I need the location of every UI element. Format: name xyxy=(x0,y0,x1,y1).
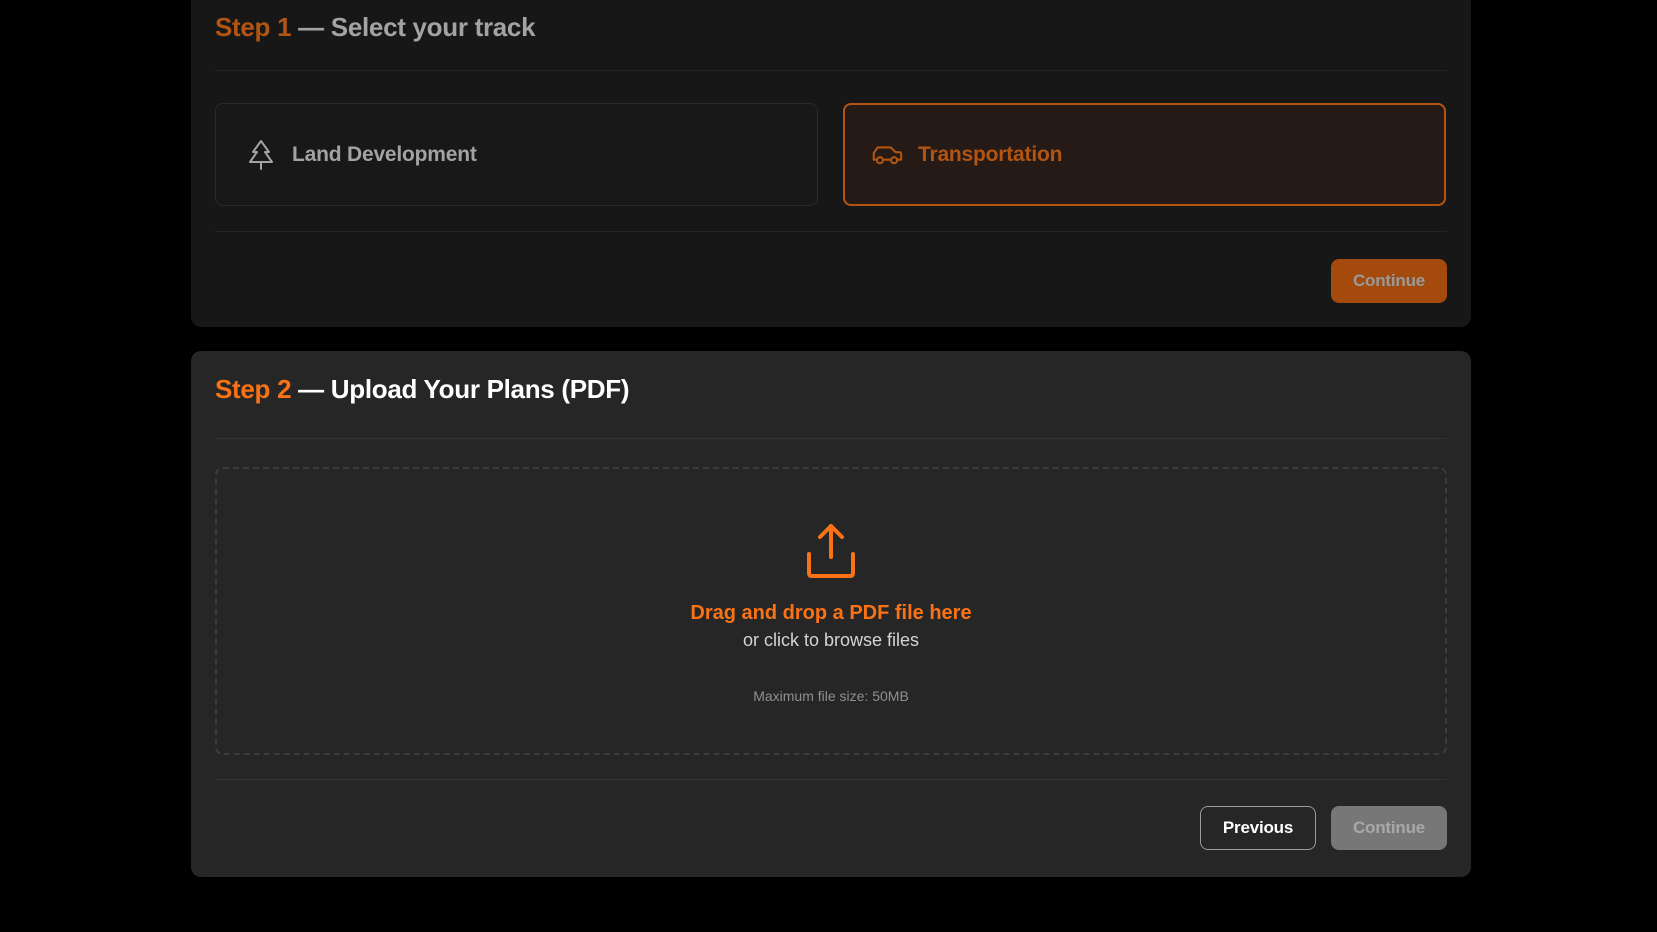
previous-button[interactable]: Previous xyxy=(1200,806,1316,850)
step1-title: Step 1 — Select your track xyxy=(215,12,536,43)
step2-bottom-divider xyxy=(215,779,1447,780)
step2-continue-button[interactable]: Continue xyxy=(1331,806,1447,850)
step2-card: Step 2 — Upload Your Plans (PDF) Drag an… xyxy=(191,351,1471,877)
step2-number: Step 2 xyxy=(215,374,292,404)
step1-bottom-divider xyxy=(215,231,1447,232)
track-option-land-development[interactable]: Land Development xyxy=(215,103,818,206)
step1-number: Step 1 xyxy=(215,12,292,42)
track-label-land-development: Land Development xyxy=(292,142,477,166)
step2-title: Step 2 — Upload Your Plans (PDF) xyxy=(215,374,629,405)
step1-title-text: — Select your track xyxy=(298,12,536,42)
step2-title-text: — Upload Your Plans (PDF) xyxy=(298,374,630,404)
dropzone-subtitle: or click to browse files xyxy=(742,630,920,650)
dropzone-max-size-note: Maximum file size: 50MB xyxy=(753,688,909,704)
step1-continue-button[interactable]: Continue xyxy=(1331,259,1447,303)
pdf-dropzone[interactable]: Drag and drop a PDF file here or click t… xyxy=(215,467,1447,755)
tree-icon xyxy=(244,138,278,172)
dropzone-title: Drag and drop a PDF file here xyxy=(690,602,972,624)
car-icon xyxy=(870,138,904,172)
step1-card: Step 1 — Select your track Land Developm… xyxy=(191,0,1471,327)
upload-icon xyxy=(801,521,861,581)
track-option-transportation[interactable]: Transportation xyxy=(843,103,1446,206)
step2-top-divider xyxy=(215,438,1447,439)
step1-top-divider xyxy=(215,70,1447,71)
track-label-transportation: Transportation xyxy=(918,142,1063,166)
